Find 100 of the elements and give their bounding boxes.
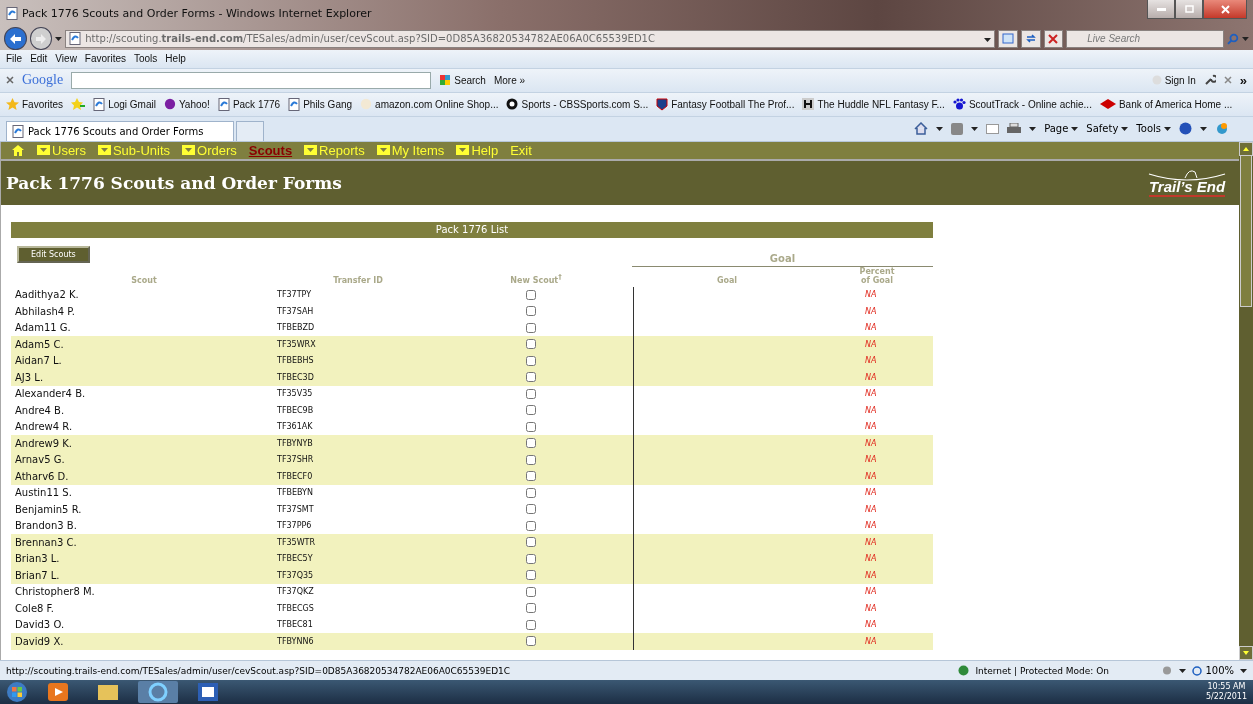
home-icon[interactable] <box>11 144 25 157</box>
favorite-link[interactable]: Pack 1776 <box>217 97 281 111</box>
wrench-icon[interactable] <box>1203 74 1216 87</box>
new-scout-checkbox[interactable] <box>526 454 536 465</box>
favorite-link[interactable]: Yahoo! <box>163 98 210 111</box>
new-scout-checkbox[interactable] <box>526 306 536 317</box>
new-scout-checkbox[interactable] <box>526 471 536 482</box>
new-scout-checkbox[interactable] <box>526 388 536 399</box>
new-scout-checkbox[interactable] <box>526 372 536 383</box>
command-menu[interactable]: Safety <box>1086 123 1129 135</box>
google-search-button[interactable]: Search <box>439 74 486 87</box>
menu-item[interactable]: Favorites <box>84 53 126 65</box>
column-group-heading: Goal <box>632 252 933 267</box>
more-button[interactable]: More » <box>493 74 526 86</box>
new-scout-checkbox[interactable] <box>526 553 536 564</box>
add-favorite-icon[interactable] <box>71 98 86 111</box>
new-scout-checkbox[interactable] <box>526 487 536 498</box>
percent-of-goal: NA <box>865 488 877 498</box>
new-scout-checkbox[interactable] <box>526 570 536 581</box>
back-button[interactable] <box>4 27 27 50</box>
new-scout-checkbox[interactable] <box>526 537 536 548</box>
percent-of-goal: NA <box>865 537 877 547</box>
mail-icon[interactable] <box>986 123 1000 134</box>
start-button[interactable] <box>6 681 28 704</box>
zoom-button[interactable]: 100% <box>1192 665 1234 677</box>
toolbar-overflow-button[interactable]: » <box>1239 72 1247 88</box>
h-tile-icon[interactable] <box>802 98 815 111</box>
nav-link[interactable]: Orders <box>182 142 237 158</box>
new-scout-checkbox[interactable] <box>526 636 536 647</box>
maximize-button[interactable] <box>1175 0 1203 19</box>
favorite-link[interactable]: Phils Gang <box>288 97 353 111</box>
favorite-link[interactable]: Bank of America Home ... <box>1099 98 1233 110</box>
eye-icon[interactable] <box>506 98 519 111</box>
page-icon <box>1002 33 1015 44</box>
caret-icon <box>1200 126 1207 131</box>
favorite-link[interactable]: ScoutTrack - Online achie... <box>952 98 1092 111</box>
close-button[interactable] <box>1203 0 1247 19</box>
nav-link[interactable]: Reports <box>304 142 365 158</box>
sign-in-button[interactable]: Sign In <box>1151 74 1196 86</box>
scroll-down-button[interactable] <box>1239 646 1253 661</box>
minimize-button[interactable] <box>1147 0 1175 19</box>
yahoo-icon[interactable] <box>163 98 176 111</box>
live-search-field[interactable]: Live Search <box>1066 29 1225 48</box>
new-scout-checkbox[interactable] <box>526 322 536 333</box>
percent-of-goal: NA <box>865 339 877 349</box>
home-icon[interactable] <box>914 122 929 136</box>
flag-icon[interactable] <box>1099 99 1116 110</box>
new-scout-checkbox[interactable] <box>526 586 536 597</box>
shield-icon[interactable] <box>656 97 669 111</box>
close-icon[interactable] <box>1223 76 1232 85</box>
close-icon[interactable] <box>6 76 14 85</box>
settings-icon[interactable] <box>1161 665 1174 677</box>
menu-item[interactable]: Help <box>165 53 186 65</box>
new-scout-checkbox[interactable] <box>526 504 536 515</box>
new-scout-checkbox[interactable] <box>526 355 536 366</box>
new-scout-checkbox[interactable] <box>526 421 536 432</box>
new-scout-checkbox[interactable] <box>526 520 536 531</box>
forward-button[interactable] <box>29 27 53 50</box>
transfer-id: TFBEBYN <box>277 488 313 498</box>
favorite-link[interactable]: amazon.com Online Shop... <box>360 98 499 111</box>
new-scout-checkbox[interactable] <box>526 289 536 300</box>
address-field[interactable]: http://scouting.trails-end.com/TESales/admin/user/cevScout.asp?SID=0D85A36820534782AE06A0C65539ED1C <box>65 29 996 48</box>
nav-link[interactable]: Help <box>456 142 499 158</box>
refresh-icon <box>1024 33 1037 44</box>
command-menu[interactable]: Page <box>1044 123 1079 135</box>
google-search-field[interactable] <box>71 71 432 89</box>
nav-link[interactable]: My Items <box>376 142 445 158</box>
favorite-link[interactable]: Logi Gmail <box>93 97 156 111</box>
new-scout-checkbox[interactable] <box>526 339 536 350</box>
favorite-link[interactable]: Fantasy Football The Prof... <box>656 97 795 111</box>
command-menu[interactable]: Tools <box>1136 123 1171 135</box>
browser-tab[interactable]: Pack 1776 Scouts and Order Forms <box>6 120 234 141</box>
scrollbar-thumb[interactable] <box>1240 154 1252 307</box>
favorite-link[interactable]: Sports - CBSSports.com S... <box>506 98 649 111</box>
menu-item[interactable]: File <box>6 53 23 65</box>
edit-scouts-button[interactable]: Edit Scouts <box>17 245 90 263</box>
compatibility-button[interactable] <box>998 29 1018 48</box>
new-scout-checkbox[interactable] <box>526 603 536 614</box>
new-scout-checkbox[interactable] <box>526 438 536 449</box>
stop-button[interactable] <box>1043 29 1064 48</box>
refresh-button[interactable] <box>1020 29 1041 48</box>
favorite-link[interactable]: The Huddle NFL Fantasy F... <box>802 98 945 111</box>
nav-link[interactable]: Users <box>37 142 86 158</box>
scout-name: Adam5 C. <box>14 338 64 350</box>
printer-icon[interactable] <box>1007 122 1022 135</box>
paw-icon[interactable] <box>952 98 966 111</box>
browser-icon[interactable] <box>138 681 178 704</box>
percent-of-goal: NA <box>865 570 877 580</box>
nav-link[interactable]: Exit <box>510 142 532 158</box>
page-icon <box>6 7 18 20</box>
new-scout-checkbox[interactable] <box>526 405 536 416</box>
favorites-button[interactable]: Favorites <box>6 98 64 111</box>
scout-name: Atharv6 D. <box>14 470 69 482</box>
scout-name: Aidan7 L. <box>14 355 62 367</box>
new-scout-checkbox[interactable] <box>526 619 536 630</box>
caret-icon <box>1121 126 1129 131</box>
menu-item[interactable]: Tools <box>134 53 158 65</box>
menu-item[interactable]: View <box>55 53 77 65</box>
nav-link[interactable]: Sub-Units <box>97 142 171 158</box>
menu-item[interactable]: Edit <box>30 53 48 65</box>
